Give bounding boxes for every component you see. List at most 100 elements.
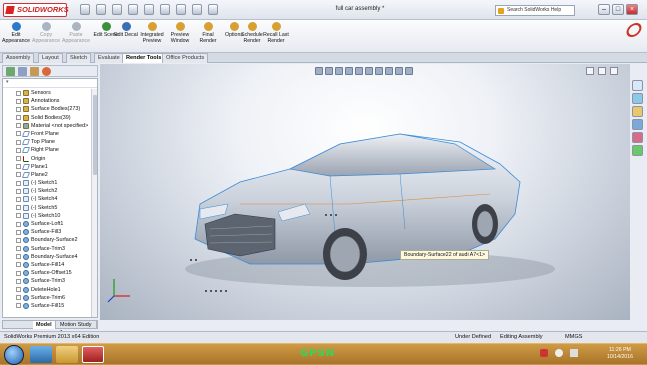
expand-toggle-icon[interactable] [16, 278, 21, 284]
minimize-button[interactable]: – [598, 4, 610, 15]
expand-toggle-icon[interactable] [16, 188, 21, 194]
internet-explorer-icon[interactable] [30, 346, 52, 363]
bottom-tab-motion-study-1[interactable]: Motion Study 1 [57, 321, 97, 336]
tree-item[interactable]: Material <not specified> [3, 122, 92, 130]
tree-item[interactable]: (-) Sketch2 [3, 187, 92, 195]
options-gear-icon[interactable] [208, 4, 218, 15]
tab-layout[interactable]: Layout [38, 53, 63, 63]
maximize-button[interactable]: □ [612, 4, 624, 15]
tree-item[interactable]: Surface-Trim3 [3, 277, 92, 285]
tree-item[interactable]: Origin [3, 155, 92, 163]
graphics-area[interactable]: Boundary-Surface22 of audi A7<1> [100, 64, 630, 320]
tab-evaluate[interactable]: Evaluate [94, 53, 124, 63]
ribbon-button-edit-appearance[interactable]: Edit Appearance [2, 22, 30, 44]
tree-item[interactable]: Surface-Loft1 [3, 220, 92, 228]
display-manager-icon[interactable] [42, 67, 51, 76]
tree-item[interactable]: Sensors [3, 89, 92, 97]
tree-item[interactable]: Surface-Trim6 [3, 294, 92, 302]
tree-item[interactable]: Front Plane [3, 130, 92, 138]
tree-item[interactable]: (-) Sketch4 [3, 195, 92, 203]
tab-office-products[interactable]: Office Products [162, 53, 209, 63]
expand-toggle-icon[interactable] [16, 98, 21, 104]
tree-item[interactable]: DeleteHole1 [3, 286, 92, 294]
units-selector[interactable]: MMGS [565, 332, 582, 343]
expand-toggle-icon[interactable] [16, 131, 21, 137]
expand-toggle-icon[interactable] [16, 164, 21, 170]
expand-toggle-icon[interactable] [16, 123, 21, 129]
expand-toggle-icon[interactable] [16, 115, 21, 121]
file-explorer-icon[interactable] [632, 106, 643, 117]
configuration-manager-icon[interactable] [30, 67, 39, 76]
expand-toggle-icon[interactable] [16, 147, 21, 153]
expand-toggle-icon[interactable] [16, 221, 21, 227]
ribbon-button-paste-appearance[interactable]: Paste Appearance [62, 22, 90, 44]
tab-sketch[interactable]: Sketch [66, 53, 92, 63]
expand-toggle-icon[interactable] [16, 295, 21, 301]
tree-item[interactable]: Surface-Fill15 [3, 302, 92, 310]
file-properties-icon[interactable] [192, 4, 202, 15]
close-button[interactable]: × [626, 4, 638, 15]
undo-icon[interactable] [144, 4, 154, 15]
tree-item[interactable]: (-) Sketch5 [3, 204, 92, 212]
tree-item[interactable]: Top Plane [3, 138, 92, 146]
tree-item[interactable]: Solid Bodies(39) [3, 114, 92, 122]
ribbon-button-edit-decal[interactable]: Edit Decal [112, 22, 140, 38]
property-manager-icon[interactable] [18, 67, 27, 76]
tree-filter-icon[interactable]: ▾ [3, 79, 97, 88]
tree-item[interactable]: Boundary-Surface4 [3, 253, 92, 261]
solidworks-taskbar-icon[interactable] [82, 346, 104, 363]
expand-toggle-icon[interactable] [16, 213, 21, 219]
solidworks-logo[interactable]: SOLIDWORKS [3, 3, 69, 17]
tray-volume-icon[interactable] [570, 349, 578, 357]
expand-toggle-icon[interactable] [16, 262, 21, 268]
save-icon[interactable] [112, 4, 122, 15]
expand-toggle-icon[interactable] [16, 303, 21, 309]
expand-toggle-icon[interactable] [16, 229, 21, 235]
ribbon-button-preview-window[interactable]: Preview Window [166, 22, 194, 44]
start-button[interactable] [4, 345, 24, 365]
tree-item[interactable]: Surface-Trim3 [3, 245, 92, 253]
car-glass[interactable] [288, 133, 497, 177]
design-library-icon[interactable] [632, 93, 643, 104]
expand-toggle-icon[interactable] [16, 270, 21, 276]
ribbon-button-recall-last-render[interactable]: Recall Last Render [262, 22, 290, 44]
expand-toggle-icon[interactable] [16, 156, 21, 161]
expand-toggle-icon[interactable] [16, 254, 21, 260]
expand-toggle-icon[interactable] [16, 196, 21, 202]
custom-properties-icon[interactable] [632, 145, 643, 156]
tray-network-icon[interactable] [555, 349, 563, 357]
tree-item[interactable]: Surface-Fill3 [3, 228, 92, 236]
rebuild-icon[interactable] [176, 4, 186, 15]
system-clock[interactable]: 11:26 PM 10/14/2016 [607, 347, 633, 361]
ribbon-button-integrated-preview[interactable]: Integrated Preview [138, 22, 166, 44]
tree-scrollbar[interactable] [91, 89, 97, 317]
tab-render-tools[interactable]: Render Tools [122, 53, 166, 63]
expand-toggle-icon[interactable] [16, 90, 21, 96]
expand-toggle-icon[interactable] [16, 172, 21, 178]
tree-item[interactable]: Annotations [3, 97, 92, 105]
ribbon-button-final-render[interactable]: Final Render [194, 22, 222, 44]
expand-toggle-icon[interactable] [16, 287, 21, 292]
select-arrow-icon[interactable] [160, 4, 170, 15]
tree-item[interactable]: Surface Bodies(273) [3, 105, 92, 113]
expand-toggle-icon[interactable] [16, 205, 21, 211]
file-explorer-taskbar-icon[interactable] [56, 346, 78, 363]
expand-toggle-icon[interactable] [16, 237, 21, 243]
tree-item[interactable]: Plane1 [3, 163, 92, 171]
car-model-render[interactable] [100, 64, 630, 320]
tree-item[interactable]: Surface-Fill14 [3, 261, 92, 269]
tree-item[interactable]: Plane2 [3, 171, 92, 179]
new-document-icon[interactable] [80, 4, 90, 15]
appearances-icon[interactable] [632, 132, 643, 143]
featuremanager-tree-icon[interactable] [6, 67, 15, 76]
help-search-input[interactable]: Search SolidWorks Help [495, 5, 575, 16]
tree-item[interactable]: (-) Sketch10 [3, 212, 92, 220]
tree-item[interactable]: Right Plane [3, 146, 92, 154]
tree-item[interactable]: Surface-Offset15 [3, 269, 92, 277]
solidworks-resources-icon[interactable] [632, 80, 643, 91]
view-palette-icon[interactable] [632, 119, 643, 130]
tree-item[interactable]: (-) Sketch1 [3, 179, 92, 187]
bottom-tab-model[interactable]: Model [33, 321, 56, 329]
expand-toggle-icon[interactable] [16, 106, 21, 112]
print-icon[interactable] [128, 4, 138, 15]
